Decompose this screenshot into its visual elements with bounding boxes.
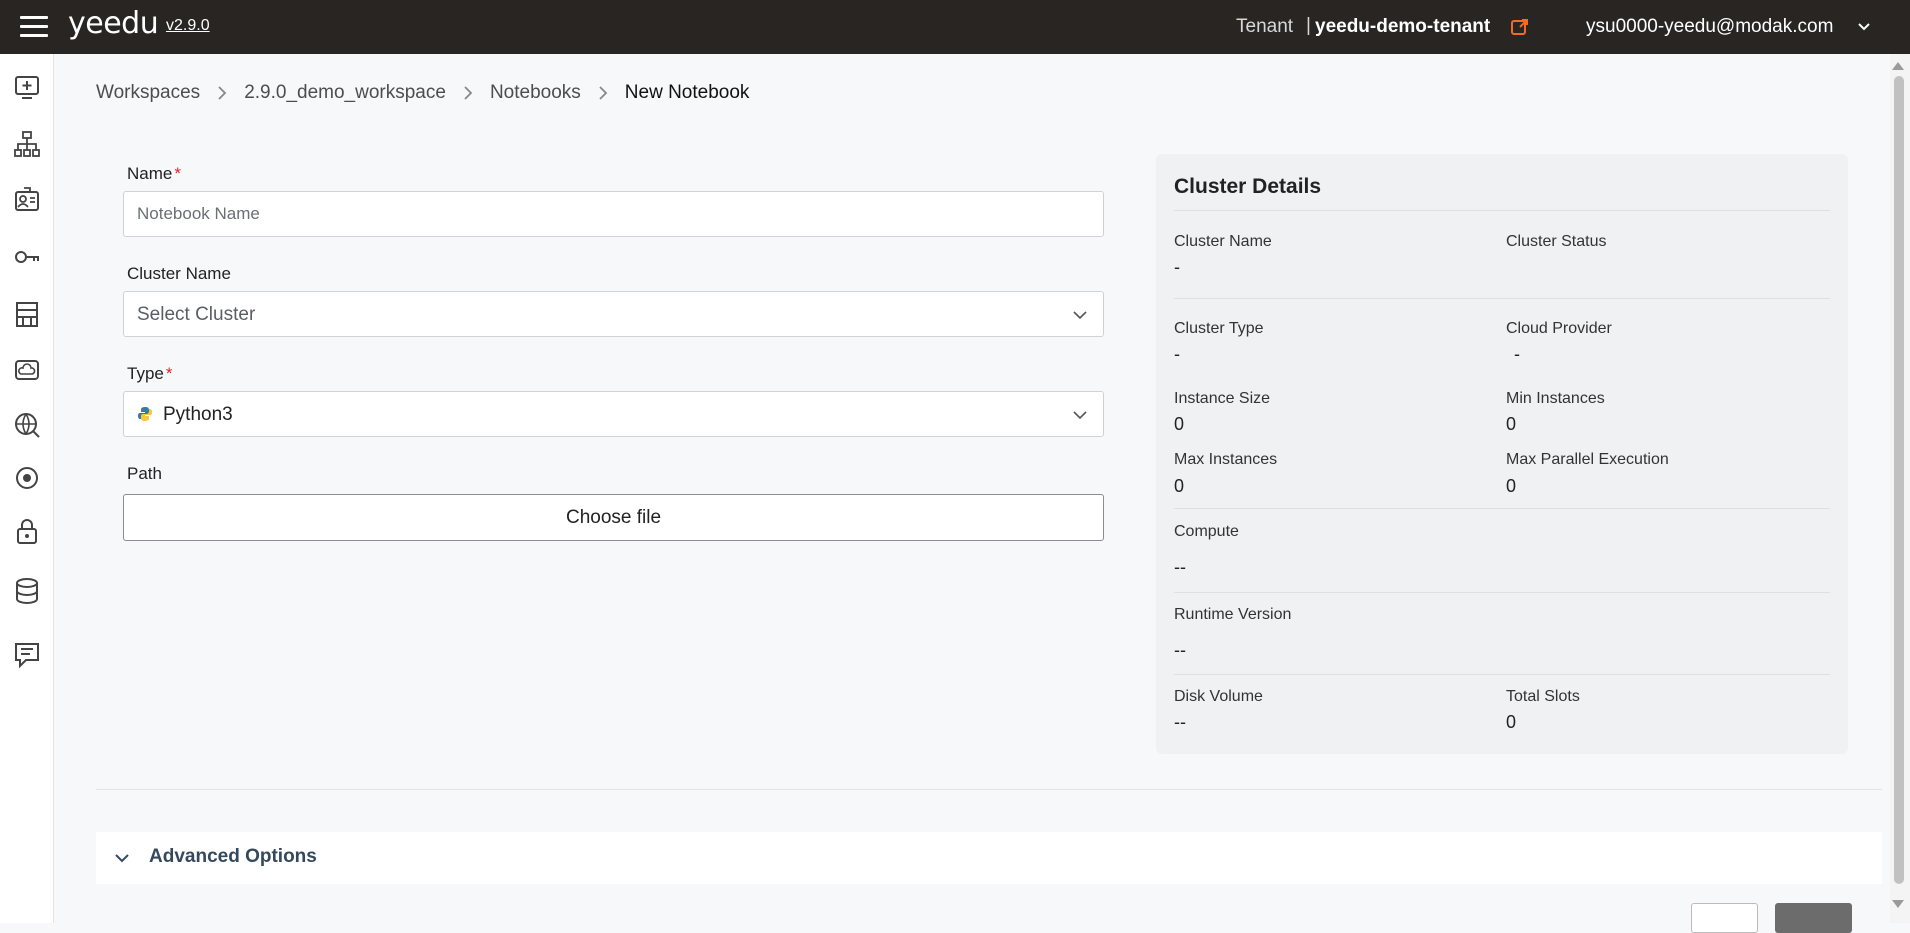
version-link[interactable]: v2.9.0	[166, 17, 210, 35]
divider	[1174, 592, 1830, 593]
choose-file-button[interactable]: Choose file	[123, 494, 1104, 541]
cancel-button[interactable]	[1691, 903, 1758, 933]
disk-volume-value: --	[1174, 712, 1186, 732]
advanced-options-label: Advanced Options	[149, 846, 317, 867]
required-marker: *	[174, 164, 181, 183]
type-select[interactable]: Python3	[123, 391, 1104, 437]
scroll-up-arrow-icon[interactable]	[1892, 62, 1904, 70]
name-label-text: Name	[127, 164, 173, 183]
max-parallel-value: 0	[1506, 476, 1517, 496]
divider	[1174, 674, 1830, 675]
compute-key: Compute	[1174, 523, 1239, 540]
cluster-name-label: Cluster Name	[127, 264, 231, 283]
hierarchy-icon[interactable]	[12, 129, 42, 159]
cloud-provider-value: -	[1514, 344, 1520, 364]
cluster-type-key: Cluster Type	[1174, 320, 1264, 337]
chevron-right-icon	[464, 86, 473, 100]
instance-size-key: Instance Size	[1174, 390, 1271, 407]
cluster-select-value: Select Cluster	[137, 304, 256, 325]
name-field[interactable]	[123, 191, 1104, 237]
divider	[1174, 210, 1830, 211]
external-link-icon[interactable]	[1510, 17, 1530, 37]
scroll-down-arrow-icon[interactable]	[1892, 900, 1904, 908]
chevron-right-icon	[599, 86, 608, 100]
max-instances-value: 0	[1174, 476, 1185, 496]
chevron-down-icon	[1073, 311, 1087, 320]
cloud-storage-icon[interactable]	[12, 355, 42, 385]
sidebar	[0, 54, 54, 923]
total-slots-key: Total Slots	[1506, 688, 1580, 705]
tenant-label: Tenant	[1236, 16, 1294, 37]
target-icon[interactable]	[12, 463, 42, 493]
instance-size-value: 0	[1174, 414, 1185, 434]
lock-icon[interactable]	[12, 516, 42, 546]
cluster-select[interactable]: Select Cluster	[123, 291, 1104, 337]
top-bar: yeedu v2.9.0 Tenant | yeedu-demo-tenant …	[0, 0, 1910, 54]
min-instances-key: Min Instances	[1506, 390, 1605, 407]
breadcrumb: Workspaces 2.9.0_demo_workspace Notebook…	[96, 82, 749, 104]
tenant-name[interactable]: yeedu-demo-tenant	[1315, 16, 1490, 38]
type-label: Type *	[127, 364, 172, 384]
id-card-icon[interactable]	[12, 185, 42, 215]
notes-icon[interactable]	[12, 639, 42, 669]
max-parallel-key: Max Parallel Execution	[1506, 451, 1669, 468]
runtime-version-value: --	[1174, 640, 1186, 660]
create-button[interactable]	[1775, 903, 1852, 933]
section-divider	[96, 789, 1882, 790]
database-icon[interactable]	[12, 576, 42, 606]
divider	[1174, 508, 1830, 509]
cluster-type-value: -	[1174, 344, 1180, 364]
type-label-text: Type	[127, 364, 164, 383]
breadcrumb-workspaces[interactable]: Workspaces	[96, 82, 200, 104]
scrollbar-thumb[interactable]	[1894, 76, 1904, 884]
chevron-down-icon	[1073, 411, 1087, 420]
compute-value: --	[1174, 557, 1186, 577]
add-workspace-icon[interactable]	[12, 72, 42, 102]
required-marker: *	[165, 364, 173, 383]
chevron-down-icon[interactable]	[1856, 19, 1872, 35]
min-instances-value: 0	[1506, 414, 1517, 434]
notebook-name-input[interactable]	[124, 192, 1103, 236]
globe-icon[interactable]	[12, 410, 42, 440]
chevron-down-icon	[115, 854, 129, 863]
building-icon[interactable]	[12, 299, 42, 329]
advanced-options-toggle[interactable]: Advanced Options	[96, 832, 1882, 884]
hamburger-menu-icon[interactable]	[20, 16, 48, 38]
key-icon[interactable]	[12, 242, 42, 272]
divider	[1174, 298, 1830, 299]
breadcrumb-notebooks[interactable]: Notebooks	[490, 82, 581, 104]
yeedu-logo: yeedu	[68, 6, 159, 41]
cluster-name-key: Cluster Name	[1174, 233, 1272, 250]
cloud-provider-key: Cloud Provider	[1506, 320, 1612, 337]
tenant-separator: |	[1306, 15, 1311, 36]
python-icon	[138, 407, 152, 421]
total-slots-value: 0	[1506, 712, 1517, 732]
type-select-value: Python3	[163, 404, 233, 425]
user-email[interactable]: ysu0000-yeedu@modak.com	[1586, 16, 1833, 38]
disk-volume-key: Disk Volume	[1174, 688, 1263, 705]
cluster-name-value: -	[1174, 257, 1180, 277]
path-label: Path	[127, 464, 162, 483]
cluster-details-title: Cluster Details	[1174, 175, 1322, 198]
chevron-right-icon	[218, 86, 227, 100]
name-label: Name *	[127, 164, 181, 184]
breadcrumb-workspace[interactable]: 2.9.0_demo_workspace	[244, 82, 446, 104]
cluster-details-panel: Cluster Details Cluster Name - Cluster S…	[1156, 154, 1848, 754]
runtime-version-key: Runtime Version	[1174, 606, 1292, 623]
cluster-status-key: Cluster Status	[1506, 233, 1607, 250]
max-instances-key: Max Instances	[1174, 451, 1278, 468]
breadcrumb-current: New Notebook	[624, 82, 750, 103]
